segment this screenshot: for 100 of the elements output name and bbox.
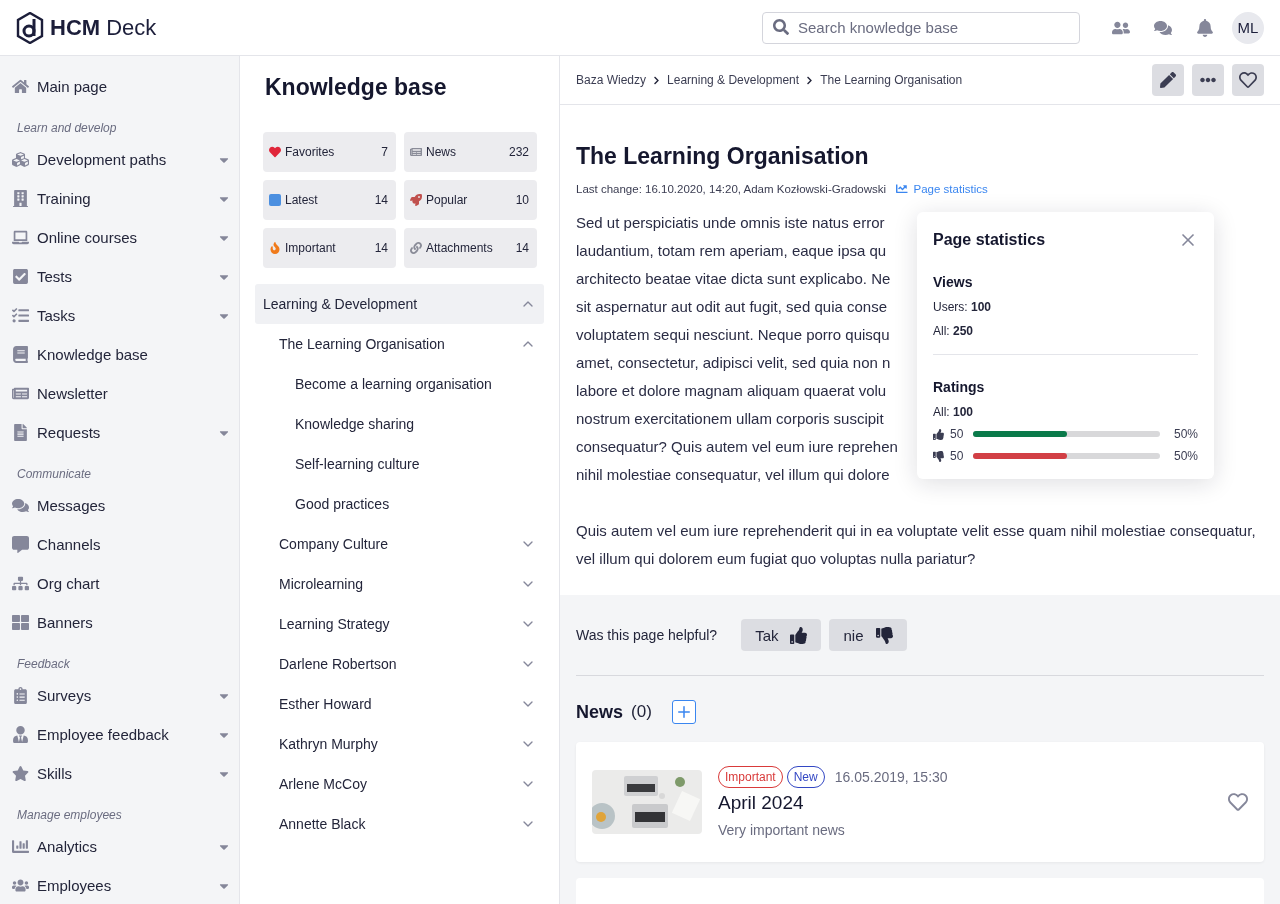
views-heading: Views: [933, 274, 974, 290]
fire-icon: [269, 242, 281, 254]
section-heading: Learn and develop: [16, 120, 118, 137]
category-tile[interactable]: Latest 14: [263, 180, 396, 220]
tree-item[interactable]: Darlene Robertson: [255, 644, 544, 684]
rating-count: 50: [950, 449, 964, 463]
sidebar-item[interactable]: Skills: [0, 754, 239, 793]
sidebar-item[interactable]: Banners: [0, 603, 239, 642]
notifications-icon[interactable]: [1196, 18, 1214, 37]
sidebar-item[interactable]: Main page: [0, 67, 239, 106]
paragraph-line: amet, consectetur, adipisci velit, sed quia non n: [576, 353, 891, 373]
news-date: 16.05.2019, 15:30: [834, 769, 948, 785]
tree-item[interactable]: Esther Howard: [255, 684, 544, 724]
heart-icon: [1228, 792, 1248, 812]
tree-item[interactable]: Knowledge sharing: [255, 404, 544, 444]
thumbs-down-icon: [933, 450, 944, 462]
sidebar-item[interactable]: Org chart: [0, 564, 239, 603]
stat-text: Users: 100: [933, 300, 993, 314]
sidebar-item[interactable]: Employees: [0, 866, 239, 904]
tree-item[interactable]: Microlearning: [255, 564, 544, 604]
sidebar-item[interactable]: Surveys: [0, 676, 239, 715]
sidebar-item[interactable]: Knowledge base: [0, 335, 239, 374]
tree-item[interactable]: Learning & Development: [255, 284, 544, 324]
category-tile[interactable]: Attachments 14: [404, 228, 537, 268]
tree-item[interactable]: Learning Strategy: [255, 604, 544, 644]
chevron-right-icon: [652, 75, 662, 85]
tree-item[interactable]: Arlene McCoy: [255, 764, 544, 804]
sidebar-item[interactable]: Analytics: [0, 827, 239, 866]
sidebar-item[interactable]: Newsletter: [0, 374, 239, 413]
category-tile[interactable]: Favorites 7: [263, 132, 396, 172]
checklist-icon: [12, 307, 29, 324]
paragraph-line: architecto beatae vitae dicta sunt explicabo. Ne: [576, 269, 891, 289]
news-title: April 2024: [718, 792, 805, 814]
sidebar-item[interactable]: Tasks: [0, 296, 239, 335]
chat-icon: [12, 497, 29, 514]
tree-item[interactable]: Self-learning culture: [255, 444, 544, 484]
page-statistics-link[interactable]: Page statistics: [896, 183, 988, 195]
user-avatar[interactable]: ML: [1232, 11, 1264, 44]
chart-icon: [896, 183, 908, 195]
add-button[interactable]: [671, 700, 696, 724]
logo-icon: [16, 11, 44, 44]
logo-text: HCM Deck: [50, 14, 157, 41]
sidebar-item[interactable]: Employee feedback: [0, 715, 239, 754]
breadcrumb-link[interactable]: The Learning Organisation: [820, 73, 963, 87]
people-icon: [12, 877, 29, 894]
paragraph-line: voluptatem sequi nesciunt. Neque porro quisqu: [576, 325, 890, 345]
sidebar-item[interactable]: Messages: [0, 486, 239, 525]
chat-icon[interactable]: [1154, 18, 1172, 37]
link-icon: [410, 242, 422, 254]
no-button[interactable]: nie: [829, 619, 907, 651]
news-subtitle: Very important news: [718, 822, 846, 838]
paragraph-line: laudantium, totam rem aperiam, eaque ipsa qu: [576, 241, 887, 261]
tree-item[interactable]: Company Culture: [255, 524, 544, 564]
tree-item[interactable]: Become a learning organisation: [255, 364, 544, 404]
pencil-icon: [1160, 72, 1176, 88]
news-heading: News: [576, 701, 624, 723]
breadcrumb-link[interactable]: Baza Wiedzy: [576, 73, 647, 87]
news-card[interactable]: Important New 16.05.2019, 15:30 April 2024 Very important news: [576, 742, 1264, 862]
rocket-icon: [410, 194, 422, 206]
paragraph: Quis autem vel eum iure reprehenderit qui in ea voluptate velit esse quam nihil molestiae consequatur, vel illum qui dolorem eum fugiat quo voluptas nulla pariatur?: [576, 521, 1257, 569]
tree-item[interactable]: Good practices: [255, 484, 544, 524]
tree-item[interactable]: Annette Black: [255, 804, 544, 844]
popover-title: Page statistics: [933, 231, 1046, 249]
edit-button[interactable]: [1152, 64, 1184, 96]
building-icon: [12, 190, 29, 207]
thumbs-up-icon: [790, 626, 808, 644]
newspaper-icon: [12, 385, 29, 402]
category-tile[interactable]: Popular 10: [404, 180, 537, 220]
laptop-icon: [12, 229, 29, 246]
category-tile[interactable]: News 232: [404, 132, 537, 172]
section-heading: Manage employees: [16, 807, 123, 824]
search-field[interactable]: Search knowledge base: [762, 11, 1080, 44]
sidebar-item[interactable]: Requests: [0, 413, 239, 452]
home-icon: [12, 78, 29, 95]
paragraph-line: nihil molestiae consequatur, vel illum qui dolore: [576, 465, 890, 485]
sidebar-item[interactable]: Online courses: [0, 218, 239, 257]
sidebar-item[interactable]: Training: [0, 179, 239, 218]
rating-percent: 50%: [1173, 449, 1198, 463]
thumbs-down-icon: [875, 626, 893, 644]
sidebar-item[interactable]: Development paths: [0, 140, 239, 179]
search-icon: [773, 18, 789, 35]
tree-item[interactable]: The Learning Organisation: [255, 324, 544, 364]
paragraph-line: nostrum exercitationem ullam corporis suscipit: [576, 409, 884, 429]
page-title: Knowledge base: [265, 73, 448, 102]
document-icon: [12, 424, 29, 441]
cubes-icon: [12, 151, 29, 168]
more-button[interactable]: [1192, 64, 1224, 96]
breadcrumb-link[interactable]: Learning & Development: [667, 73, 800, 87]
last-change-text: Last change: 16.10.2020, 14:20, Adam Kozłowski-Gradowski: [576, 183, 887, 195]
bar-chart-icon: [12, 838, 29, 855]
org-chart-icon: [12, 575, 29, 592]
tree-item[interactable]: Kathryn Murphy: [255, 724, 544, 764]
ratings-heading: Ratings: [933, 379, 986, 395]
sidebar-item[interactable]: Channels: [0, 525, 239, 564]
favorite-button[interactable]: [1228, 792, 1248, 812]
favorite-button[interactable]: [1232, 64, 1264, 96]
category-tile[interactable]: Important 14: [263, 228, 396, 268]
yes-button[interactable]: Tak: [741, 619, 822, 651]
rating-percent: 50%: [1173, 427, 1198, 441]
sidebar-item[interactable]: Tests: [0, 257, 239, 296]
